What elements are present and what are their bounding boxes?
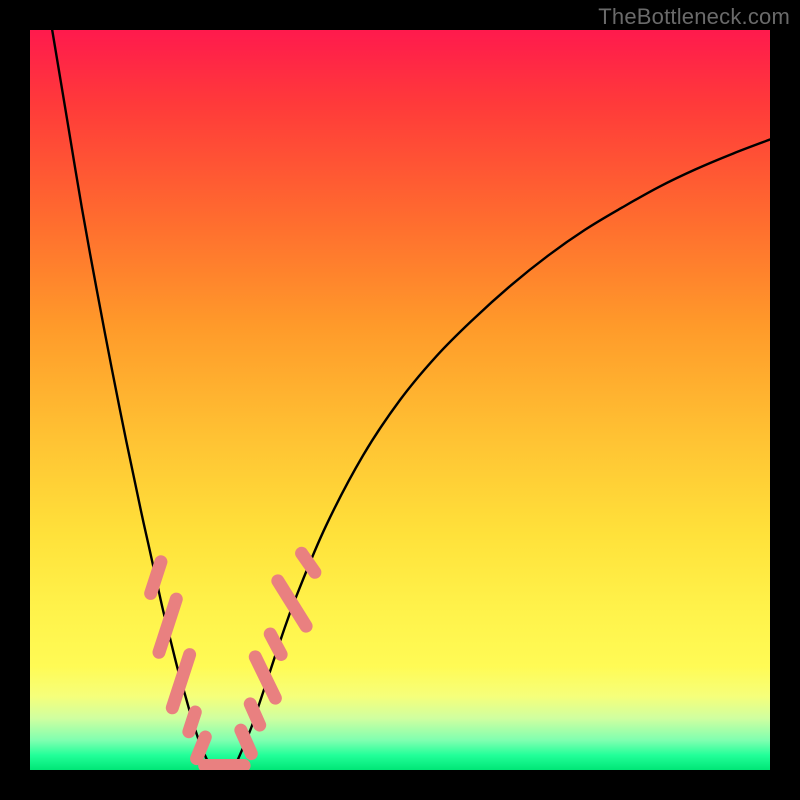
chart-frame: TheBottleneck.com <box>0 0 800 800</box>
marker-bead <box>261 625 289 663</box>
plot-area <box>30 30 770 770</box>
marker-bead <box>293 544 324 581</box>
curve-right-branch <box>237 140 770 762</box>
curve-layer <box>30 30 770 770</box>
watermark-text: TheBottleneck.com <box>598 4 790 30</box>
marker-beads <box>142 544 323 770</box>
marker-bead <box>164 646 198 716</box>
marker-bead <box>212 759 251 770</box>
marker-bead <box>142 554 169 602</box>
marker-bead <box>269 572 315 635</box>
marker-bead <box>151 591 185 661</box>
